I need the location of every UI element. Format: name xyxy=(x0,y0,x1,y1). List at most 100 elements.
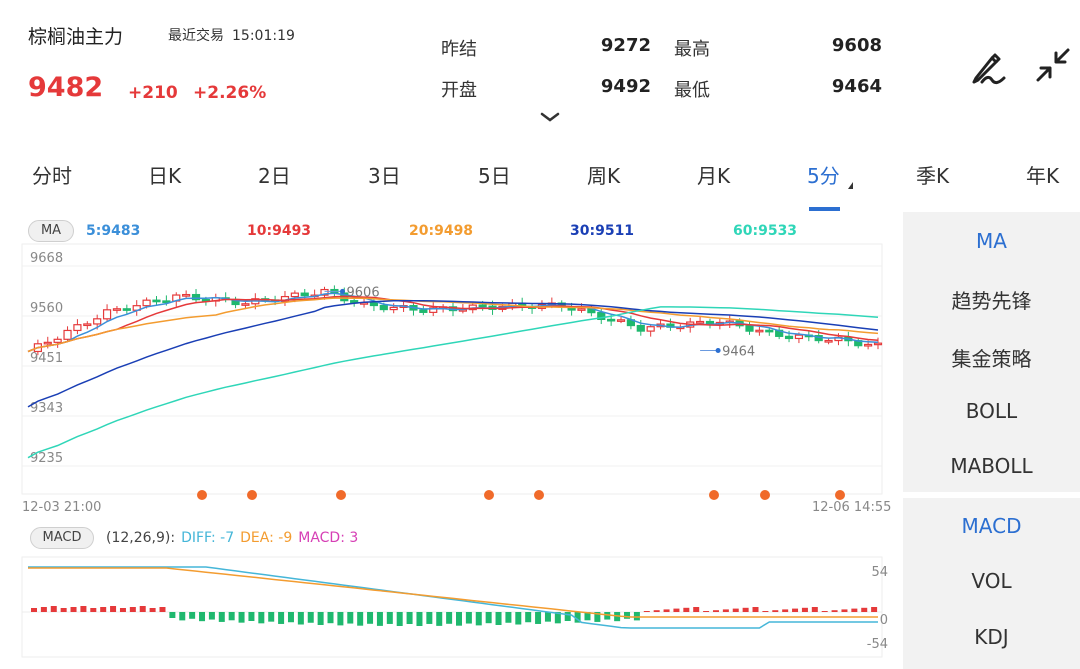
high-price-label: 9606 xyxy=(347,285,380,300)
macd-histogram-bar xyxy=(712,610,719,612)
ma-indicator-button[interactable]: MA xyxy=(28,220,74,242)
macd-histogram-bar xyxy=(258,612,265,624)
macd-histogram-bar xyxy=(653,610,660,612)
collapse-icon[interactable] xyxy=(1032,44,1076,88)
macd-histogram-bar xyxy=(683,607,690,612)
tab-week-k[interactable]: 周K xyxy=(587,160,620,189)
candle-body xyxy=(369,302,379,307)
macd-histogram-bar xyxy=(199,612,206,622)
macd-histogram-bar xyxy=(703,611,710,612)
macd-histogram-bar xyxy=(663,609,670,612)
macd-histogram-bar xyxy=(495,612,502,625)
candle-body xyxy=(646,326,655,332)
side-item-ma[interactable]: MA xyxy=(903,229,1080,253)
tab-timeshare[interactable]: 分时 xyxy=(32,160,72,189)
stat-label-prev-settle: 昨结 xyxy=(441,39,477,60)
ma20-label: 20:9498 xyxy=(409,223,474,239)
macd-histogram-bar xyxy=(179,612,186,621)
start-time-label: 12-03 21:00 xyxy=(22,500,101,515)
side-item-macd[interactable]: MACD xyxy=(903,514,1080,538)
tab-month-k[interactable]: 月K xyxy=(697,160,730,189)
event-marker-dot xyxy=(760,490,770,500)
macd-histogram-bar xyxy=(742,607,749,612)
macd-macd: MACD: 3 xyxy=(298,530,359,546)
draw-pen-icon[interactable] xyxy=(966,44,1010,88)
candle-body xyxy=(152,299,161,303)
event-marker-dot xyxy=(336,490,346,500)
candle-body xyxy=(784,335,794,340)
ma60-label: 60:9533 xyxy=(733,223,798,239)
macd-histogram-bar xyxy=(248,612,255,621)
price-change: +210 xyxy=(128,83,178,103)
macd-histogram-bar xyxy=(268,612,275,622)
candle-body xyxy=(695,320,705,324)
macd-axis-label: 0 xyxy=(880,613,888,628)
side-item-boll[interactable]: BOLL xyxy=(903,399,1080,423)
candle-body xyxy=(300,292,309,297)
tab-dropdown-caret-icon[interactable] xyxy=(848,182,853,189)
macd-axis-label: -54 xyxy=(867,637,888,652)
tab-3day[interactable]: 3日 xyxy=(368,160,401,189)
price-axis-label: 9668 xyxy=(30,251,63,266)
trade-status: 最近交易 15:01:19 xyxy=(168,25,295,45)
candle-body xyxy=(93,318,102,325)
event-marker-dot xyxy=(247,490,257,500)
side-item-trend-pioneer[interactable]: 趋势先锋 xyxy=(903,285,1080,314)
candle-body xyxy=(389,306,398,311)
macd-histogram-bar xyxy=(535,612,542,624)
macd-histogram-bar xyxy=(821,611,828,612)
stat-value-high: 9608 xyxy=(831,35,882,56)
side-item-kdj[interactable]: KDJ xyxy=(903,625,1080,649)
candle-body xyxy=(102,309,112,320)
event-marker-dot xyxy=(534,490,544,500)
candle-body xyxy=(419,309,428,313)
macd-histogram-bar xyxy=(357,612,364,626)
ma5-label: 5:9483 xyxy=(86,223,141,239)
macd-histogram-bar xyxy=(287,612,294,623)
candle-body xyxy=(182,293,191,297)
macd-indicator-button[interactable]: MACD xyxy=(30,527,94,549)
tab-2day[interactable]: 2日 xyxy=(258,160,291,189)
candle-body xyxy=(755,329,764,333)
candle-body xyxy=(616,319,626,322)
event-marker-dot xyxy=(835,490,845,500)
end-time-label: 12-06 14:55 xyxy=(812,500,891,515)
tab-year-k[interactable]: 年K xyxy=(1026,160,1059,189)
kline-chart[interactable]: 966895609451934392359606946412-03 21:00 1… xyxy=(0,212,902,669)
macd-histogram-bar xyxy=(732,608,739,612)
price-axis-label: 9560 xyxy=(30,301,63,316)
macd-histogram-bar xyxy=(159,607,166,612)
candle-body xyxy=(142,299,151,307)
macd-histogram-bar xyxy=(633,612,640,621)
event-marker-dot xyxy=(197,490,207,500)
macd-histogram-bar xyxy=(278,612,285,624)
chart-panel[interactable]: 9668 9560 9451 9343 9235 9606 9464 12-03 21:00 1… xyxy=(0,212,902,669)
candle-body xyxy=(824,339,833,343)
expand-chevron-icon[interactable] xyxy=(538,110,562,124)
candle-body xyxy=(379,304,388,311)
macd-histogram-bar xyxy=(643,611,650,612)
candle-body xyxy=(53,338,62,343)
candle-body xyxy=(794,334,804,340)
candle-body xyxy=(873,342,883,346)
macd-histogram-bar xyxy=(70,607,77,612)
macd-params: (12,26,9): xyxy=(106,530,176,546)
stat-value-low: 9464 xyxy=(831,76,882,97)
instrument-title: 棕榈油主力 xyxy=(28,26,124,48)
side-item-maboll[interactable]: MABOLL xyxy=(903,454,1080,478)
macd-histogram-bar xyxy=(100,607,107,612)
tab-5min[interactable]: 5分 xyxy=(807,160,840,189)
candle-body xyxy=(577,308,586,311)
macd-histogram-bar xyxy=(426,612,433,624)
side-item-jijin-strategy[interactable]: 集金策略 xyxy=(903,343,1080,372)
tab-day-k[interactable]: 日K xyxy=(148,160,181,189)
macd-histogram-bar xyxy=(861,607,868,612)
side-item-vol[interactable]: VOL xyxy=(903,569,1080,593)
macd-histogram-bar xyxy=(624,612,631,619)
tab-5day[interactable]: 5日 xyxy=(478,160,511,189)
candle-body xyxy=(112,308,122,311)
trade-time: 15:01:19 xyxy=(232,28,295,44)
macd-histogram-bar xyxy=(90,608,97,612)
tab-quarter-k[interactable]: 季K xyxy=(916,160,949,189)
macd-histogram-bar xyxy=(40,607,47,612)
